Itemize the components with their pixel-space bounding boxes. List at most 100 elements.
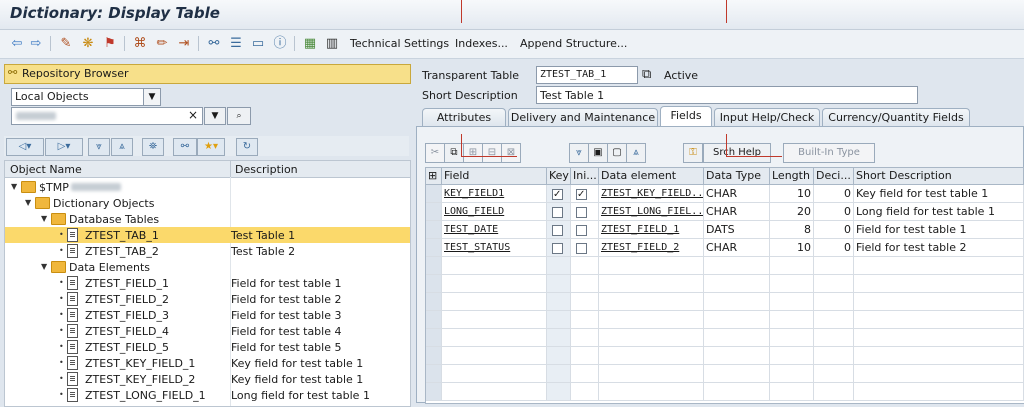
key-cell[interactable] (547, 239, 571, 257)
empty-cell[interactable] (547, 311, 571, 329)
row-selector[interactable] (426, 203, 442, 221)
empty-cell[interactable] (442, 329, 547, 347)
empty-cell[interactable] (571, 275, 599, 293)
tree-row[interactable]: • ZTEST_FIELD_2 Field for test table 2 (5, 291, 410, 307)
initial-checkbox[interactable] (576, 207, 587, 218)
column-header[interactable]: Short Description (854, 168, 1024, 184)
key-checkbox[interactable] (552, 243, 563, 254)
data-element-cell[interactable]: ZTEST_FIELD_2 (599, 239, 704, 257)
initial-checkbox[interactable] (576, 243, 587, 254)
refresh-icon[interactable]: ↻ (236, 138, 258, 156)
empty-cell[interactable] (571, 365, 599, 383)
delete-row-icon[interactable]: ⊟ (482, 143, 502, 163)
initial-cell[interactable] (571, 221, 599, 239)
row-selector[interactable] (426, 185, 442, 203)
tab-currency-quantity[interactable]: Currency/Quantity Fields (822, 108, 970, 127)
empty-cell[interactable] (442, 275, 547, 293)
empty-cell[interactable] (599, 257, 704, 275)
object-list-select[interactable]: Local Objects ▼ (11, 88, 161, 106)
row-selector[interactable] (426, 365, 442, 383)
hierarchy-icon[interactable]: ⚯ (173, 138, 197, 156)
tree-row[interactable]: • ZTEST_KEY_FIELD_2 Key field for test t… (5, 371, 410, 387)
tree-row[interactable]: • ZTEST_TAB_1 Test Table 1 (5, 227, 410, 243)
tab-fields[interactable]: Fields (660, 106, 712, 127)
glasses-display-icon[interactable]: ⌕ (227, 107, 251, 125)
row-selector[interactable] (426, 383, 442, 401)
empty-row[interactable] (426, 311, 1024, 329)
other-object-icon[interactable]: ⧉ (642, 67, 651, 82)
collapse-arrow-icon[interactable]: ▼ (11, 182, 17, 191)
tree-row[interactable]: • ZTEST_KEY_FIELD_1 Key field for test t… (5, 355, 410, 371)
column-header[interactable]: Data element (599, 168, 704, 184)
tab-input-help-check[interactable]: Input Help/Check (714, 108, 820, 127)
display-change-icon[interactable]: ✎ (58, 35, 74, 51)
column-header[interactable]: Key (547, 168, 571, 184)
tree-row[interactable]: • ZTEST_TAB_2 Test Table 2 (5, 243, 410, 259)
activate-icon[interactable]: ⚑ (102, 35, 118, 51)
empty-cell[interactable] (547, 275, 571, 293)
select-all-icon[interactable]: ▣ (588, 143, 608, 163)
row-selector[interactable] (426, 275, 442, 293)
empty-cell[interactable] (571, 293, 599, 311)
search-help-button[interactable]: Srch Help (703, 143, 771, 163)
key-cell[interactable] (547, 203, 571, 221)
key-cell[interactable] (547, 221, 571, 239)
cut-icon[interactable]: ✂ (425, 143, 445, 163)
data-element-cell[interactable]: ZTEST_LONG_FIEL... (599, 203, 704, 221)
collapse-icon[interactable]: ⩔ (88, 138, 110, 156)
key-checkbox[interactable] (552, 186, 563, 202)
empty-cell[interactable] (599, 383, 704, 401)
table-grid-icon[interactable]: ▥ (324, 35, 340, 51)
column-header[interactable]: Deci... (814, 168, 854, 184)
tree-row[interactable]: ▼ Database Tables (5, 211, 410, 227)
tree-row[interactable]: ▼ Data Elements (5, 259, 410, 275)
collapse-arrow-icon[interactable]: ▼ (41, 214, 47, 223)
window-icon[interactable]: ▭ (250, 35, 266, 51)
empty-cell[interactable] (442, 347, 547, 365)
empty-cell[interactable] (571, 311, 599, 329)
tree-row[interactable]: ▼ $TMP (5, 179, 410, 195)
tab-delivery-maintenance[interactable]: Delivery and Maintenance (508, 108, 658, 127)
sort-down-icon[interactable]: ⩔ (569, 143, 589, 163)
column-header[interactable]: Length (770, 168, 814, 184)
check-icon[interactable]: ❋ (80, 35, 96, 51)
table-row[interactable]: KEY_FIELD1 ZTEST_KEY_FIELD... CHAR 10 0 … (426, 185, 1024, 203)
deselect-all-icon[interactable]: ▢ (607, 143, 627, 163)
previous-object-button[interactable]: ◁▾ (6, 138, 44, 156)
key-checkbox[interactable] (552, 207, 563, 218)
tree-row[interactable]: ▼ Dictionary Objects (5, 195, 410, 211)
collapse-arrow-icon[interactable]: ▼ (25, 198, 31, 207)
insert-row-icon[interactable]: ⊞ (463, 143, 483, 163)
append-structure-button[interactable]: Append Structure... (520, 37, 627, 50)
tree-row[interactable]: • ZTEST_FIELD_3 Field for test table 3 (5, 307, 410, 323)
expand-icon[interactable]: ⩓ (111, 138, 133, 156)
forward-arrow-icon[interactable]: ⇨ (28, 35, 44, 51)
empty-cell[interactable] (442, 365, 547, 383)
empty-cell[interactable] (571, 329, 599, 347)
row-selector[interactable] (426, 221, 442, 239)
column-header[interactable]: Data Type (704, 168, 770, 184)
data-element-cell[interactable]: ZTEST_FIELD_1 (599, 221, 704, 239)
repository-browser-header[interactable]: ⚯ Repository Browser (4, 64, 411, 84)
table-row[interactable]: TEST_STATUS ZTEST_FIELD_2 CHAR 10 0 Fiel… (426, 239, 1024, 257)
row-selector[interactable] (426, 347, 442, 365)
collapse-arrow-icon[interactable]: ▼ (41, 262, 47, 271)
initial-cell[interactable] (571, 185, 599, 203)
empty-cell[interactable] (599, 275, 704, 293)
empty-cell[interactable] (571, 347, 599, 365)
builtin-type-button[interactable]: Built-In Type (783, 143, 875, 163)
initial-checkbox[interactable] (576, 186, 587, 202)
where-used-icon[interactable]: ⌘ (132, 35, 148, 51)
column-header[interactable]: Ini... (571, 168, 599, 184)
empty-row[interactable] (426, 257, 1024, 275)
key-cell[interactable] (547, 185, 571, 203)
initial-cell[interactable] (571, 239, 599, 257)
empty-cell[interactable] (599, 365, 704, 383)
tree-row[interactable]: • ZTEST_FIELD_1 Field for test table 1 (5, 275, 410, 291)
field-name-cell[interactable]: LONG_FIELD (442, 203, 547, 221)
empty-row[interactable] (426, 275, 1024, 293)
row-selector[interactable] (426, 329, 442, 347)
stack-icon[interactable]: ☰ (228, 35, 244, 51)
field-name-cell[interactable]: TEST_DATE (442, 221, 547, 239)
empty-row[interactable] (426, 365, 1024, 383)
